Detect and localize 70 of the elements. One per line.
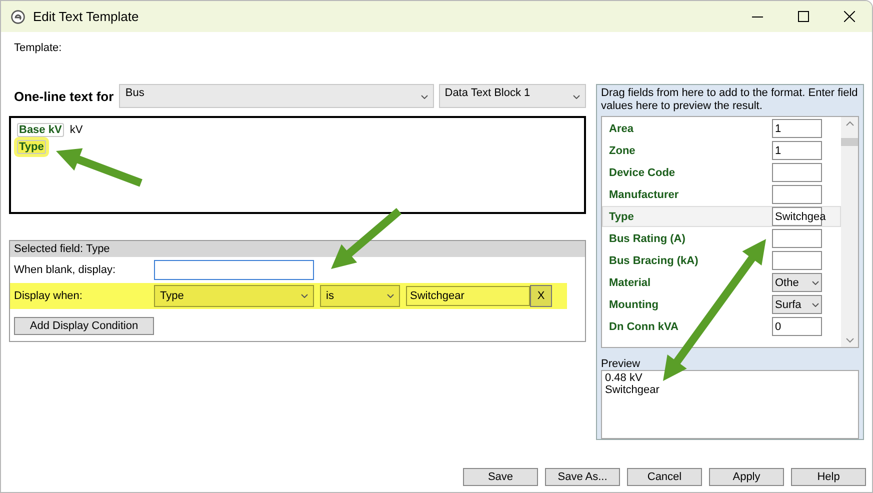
operator-dropdown[interactable]: is — [320, 285, 400, 307]
template-label: Template: — [14, 42, 63, 56]
field-dropdown[interactable]: Surfa — [772, 295, 822, 314]
when-blank-label: When blank, display: — [14, 264, 116, 276]
fields-hint: Drag fields from here to add to the format. Enter field values here to preview the result. — [601, 87, 859, 113]
template-editor[interactable]: Base kV kV Type — [9, 116, 586, 214]
chevron-icon — [301, 294, 308, 298]
input-field[interactable] — [154, 260, 314, 280]
element-dropdown[interactable]: Bus — [119, 84, 434, 108]
dialog-button[interactable]: Help — [791, 468, 866, 486]
dialog-button[interactable]: Save — [463, 468, 538, 486]
chevron-icon — [573, 95, 580, 99]
field-row[interactable]: Dn Conn kVA 0 — [602, 316, 841, 337]
chevron-icon — [812, 302, 819, 306]
field-dropdown[interactable]: Othe — [772, 273, 822, 292]
scrollbar[interactable] — [841, 117, 858, 347]
panel-header: Selected field: Type — [10, 241, 585, 257]
dialog-button[interactable]: Cancel — [627, 468, 702, 486]
minimize-icon — [752, 16, 762, 18]
chevron-icon — [387, 294, 394, 298]
field-row[interactable]: Type Switchgea — [602, 206, 841, 227]
field-row[interactable]: Mounting Surfa — [602, 294, 841, 315]
field-row[interactable]: Device Code — [602, 162, 841, 183]
field-value-input[interactable] — [772, 163, 822, 182]
one-line-text-label: One-line text for — [14, 88, 115, 104]
field-value-input[interactable]: 1 — [772, 119, 822, 138]
preview-line: Switchgear — [605, 384, 660, 396]
window-title: Edit Text Template — [33, 9, 140, 24]
template-text: kV — [70, 124, 83, 136]
field-name: Bus Bracing (kA) — [609, 254, 698, 266]
field-value-input[interactable] — [772, 251, 822, 270]
field-name: Bus Rating (A) — [609, 232, 686, 244]
field-name: Device Code — [609, 166, 676, 178]
remove-condition-button[interactable]: X — [530, 285, 552, 307]
app-logo-icon — [11, 10, 25, 24]
field-value-input[interactable] — [772, 229, 822, 248]
scroll-thumb[interactable] — [841, 138, 858, 146]
field-row[interactable]: Zone 1 — [602, 140, 841, 161]
add-display-condition-button[interactable]: Add Display Condition — [14, 317, 154, 335]
field-row[interactable]: Bus Bracing (kA) — [602, 250, 841, 271]
maximize-icon — [798, 11, 808, 22]
field-value-input[interactable]: 0 — [772, 317, 822, 336]
condition-value-field[interactable]: Switchgear — [406, 286, 530, 306]
display-when-label: Display when: — [14, 290, 84, 302]
preview-line: 0.48 kV — [605, 372, 644, 384]
annotation-arrow — [331, 208, 402, 269]
preview-label: Preview — [601, 358, 642, 370]
field-name: Material — [609, 276, 651, 288]
condition-field-dropdown[interactable]: Type — [154, 285, 314, 307]
field-name: Zone — [609, 144, 636, 156]
field-name: Dn Conn kVA — [609, 320, 678, 332]
dialog-button[interactable]: Save As... — [545, 468, 620, 486]
chevron-icon — [812, 280, 819, 284]
chevron-icon — [420, 95, 428, 99]
field-name: Manufacturer — [609, 188, 679, 200]
dialog-button[interactable]: Apply — [709, 468, 784, 486]
field-token[interactable]: Base kV — [17, 122, 64, 136]
field-name: Mounting — [609, 298, 658, 310]
field-row[interactable]: Bus Rating (A) — [602, 228, 841, 249]
scroll-down-icon[interactable] — [846, 338, 854, 343]
field-row[interactable]: Material Othe — [602, 272, 841, 293]
field-value-input[interactable] — [772, 185, 822, 204]
field-name: Type — [609, 210, 634, 222]
field-row[interactable]: Manufacturer — [602, 184, 841, 205]
close-icon — [844, 11, 854, 22]
field-name: Area — [609, 122, 634, 134]
scroll-up-icon[interactable] — [846, 121, 854, 126]
text-block-dropdown[interactable]: Data Text Block 1 — [438, 84, 586, 108]
field-value-input[interactable]: 1 — [772, 141, 822, 160]
field-row[interactable]: Area 1 — [602, 118, 841, 139]
